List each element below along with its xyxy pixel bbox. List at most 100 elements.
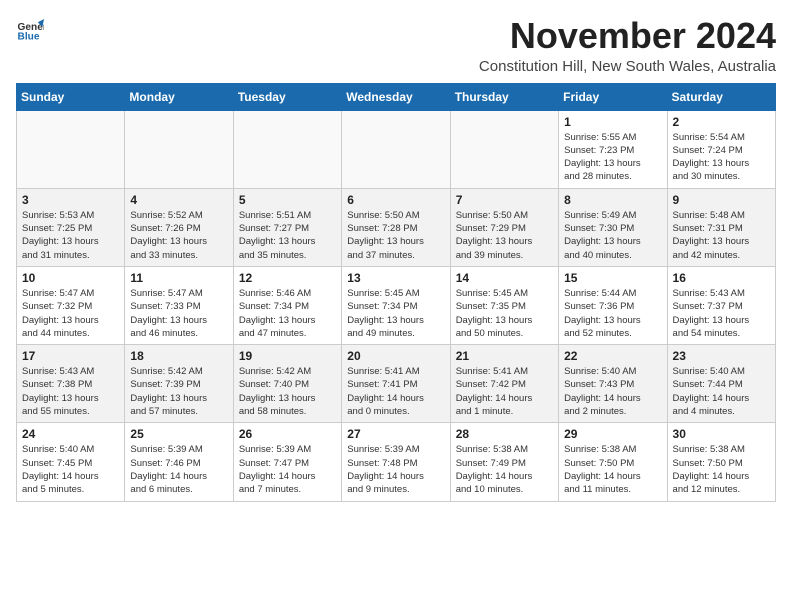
day-info: Sunrise: 5:50 AM Sunset: 7:29 PM Dayligh… xyxy=(456,209,553,262)
header: General Blue November 2024 Constitution … xyxy=(16,16,776,75)
day-info: Sunrise: 5:38 AM Sunset: 7:50 PM Dayligh… xyxy=(673,443,770,496)
day-number: 14 xyxy=(456,271,553,285)
day-info: Sunrise: 5:47 AM Sunset: 7:33 PM Dayligh… xyxy=(130,287,227,340)
location-subtitle: Constitution Hill, New South Wales, Aust… xyxy=(479,58,776,75)
calendar-cell: 13Sunrise: 5:45 AM Sunset: 7:34 PM Dayli… xyxy=(342,266,450,344)
calendar-cell: 29 Sunrise: 5:38 AM Sunset: 7:50 PM Dayli… xyxy=(559,423,667,501)
calendar-cell: 24 Sunrise: 5:40 AM Sunset: 7:45 PM Dayli… xyxy=(17,423,125,501)
day-info: Sunrise: 5:52 AM Sunset: 7:26 PM Dayligh… xyxy=(130,209,227,262)
calendar-cell: 10 Sunrise: 5:47 AM Sunset: 7:32 PM Dayli… xyxy=(17,266,125,344)
day-number: 2 xyxy=(673,115,770,129)
day-info: Sunrise: 5:50 AM Sunset: 7:28 PM Dayligh… xyxy=(347,209,444,262)
day-info: Sunrise: 5:41 AM Sunset: 7:42 PM Dayligh… xyxy=(456,365,553,418)
calendar-cell: 6 Sunrise: 5:50 AM Sunset: 7:28 PM Daylig… xyxy=(342,188,450,266)
day-number: 28 xyxy=(456,427,553,441)
day-info: Sunrise: 5:55 AM Sunset: 7:23 PM Dayligh… xyxy=(564,131,661,184)
calendar-cell: 5 Sunrise: 5:51 AM Sunset: 7:27 PM Daylig… xyxy=(233,188,341,266)
calendar-week-2: 3Sunrise: 5:53 AM Sunset: 7:25 PM Daylig… xyxy=(17,188,776,266)
calendar-cell: 16Sunrise: 5:43 AM Sunset: 7:37 PM Dayli… xyxy=(667,266,775,344)
calendar-cell: 7 Sunrise: 5:50 AM Sunset: 7:29 PM Daylig… xyxy=(450,188,558,266)
weekday-header-friday: Friday xyxy=(559,83,667,110)
day-number: 26 xyxy=(239,427,336,441)
weekday-header-saturday: Saturday xyxy=(667,83,775,110)
weekday-header-monday: Monday xyxy=(125,83,233,110)
day-number: 10 xyxy=(22,271,119,285)
title-area: November 2024 Constitution Hill, New Sou… xyxy=(479,16,776,75)
day-info: Sunrise: 5:40 AM Sunset: 7:45 PM Dayligh… xyxy=(22,443,119,496)
calendar-cell: 27 Sunrise: 5:39 AM Sunset: 7:48 PM Dayli… xyxy=(342,423,450,501)
day-info: Sunrise: 5:47 AM Sunset: 7:32 PM Dayligh… xyxy=(22,287,119,340)
weekday-header-thursday: Thursday xyxy=(450,83,558,110)
day-number: 5 xyxy=(239,193,336,207)
day-info: Sunrise: 5:48 AM Sunset: 7:31 PM Dayligh… xyxy=(673,209,770,262)
day-number: 6 xyxy=(347,193,444,207)
calendar-cell: 22 Sunrise: 5:40 AM Sunset: 7:43 PM Dayli… xyxy=(559,345,667,423)
day-number: 23 xyxy=(673,349,770,363)
calendar-cell: 18 Sunrise: 5:42 AM Sunset: 7:39 PM Dayli… xyxy=(125,345,233,423)
day-number: 15 xyxy=(564,271,661,285)
day-info: Sunrise: 5:42 AM Sunset: 7:40 PM Dayligh… xyxy=(239,365,336,418)
day-number: 24 xyxy=(22,427,119,441)
calendar-cell xyxy=(450,110,558,188)
day-number: 13 xyxy=(347,271,444,285)
calendar-week-5: 24 Sunrise: 5:40 AM Sunset: 7:45 PM Dayli… xyxy=(17,423,776,501)
day-number: 3 xyxy=(22,193,119,207)
day-number: 9 xyxy=(673,193,770,207)
day-number: 27 xyxy=(347,427,444,441)
calendar-cell: 25Sunrise: 5:39 AM Sunset: 7:46 PM Dayli… xyxy=(125,423,233,501)
weekday-header-tuesday: Tuesday xyxy=(233,83,341,110)
weekday-header-sunday: Sunday xyxy=(17,83,125,110)
calendar-cell: 9 Sunrise: 5:48 AM Sunset: 7:31 PM Daylig… xyxy=(667,188,775,266)
calendar-cell: 14 Sunrise: 5:45 AM Sunset: 7:35 PM Dayli… xyxy=(450,266,558,344)
calendar-cell: 17 Sunrise: 5:43 AM Sunset: 7:38 PM Dayli… xyxy=(17,345,125,423)
calendar-cell: 12 Sunrise: 5:46 AM Sunset: 7:34 PM Dayli… xyxy=(233,266,341,344)
logo-icon: General Blue xyxy=(16,16,44,44)
day-number: 21 xyxy=(456,349,553,363)
calendar-cell: 2Sunrise: 5:54 AM Sunset: 7:24 PM Daylig… xyxy=(667,110,775,188)
day-info: Sunrise: 5:49 AM Sunset: 7:30 PM Dayligh… xyxy=(564,209,661,262)
day-number: 22 xyxy=(564,349,661,363)
day-number: 8 xyxy=(564,193,661,207)
day-number: 20 xyxy=(347,349,444,363)
calendar-body: 1 Sunrise: 5:55 AM Sunset: 7:23 PM Daylig… xyxy=(17,110,776,501)
day-number: 18 xyxy=(130,349,227,363)
day-number: 7 xyxy=(456,193,553,207)
logo: General Blue xyxy=(16,16,44,44)
calendar-cell: 3Sunrise: 5:53 AM Sunset: 7:25 PM Daylig… xyxy=(17,188,125,266)
day-info: Sunrise: 5:51 AM Sunset: 7:27 PM Dayligh… xyxy=(239,209,336,262)
day-number: 19 xyxy=(239,349,336,363)
day-info: Sunrise: 5:38 AM Sunset: 7:49 PM Dayligh… xyxy=(456,443,553,496)
day-number: 16 xyxy=(673,271,770,285)
month-title: November 2024 xyxy=(479,16,776,56)
day-number: 12 xyxy=(239,271,336,285)
calendar-cell xyxy=(233,110,341,188)
day-info: Sunrise: 5:39 AM Sunset: 7:48 PM Dayligh… xyxy=(347,443,444,496)
calendar-cell xyxy=(125,110,233,188)
day-number: 30 xyxy=(673,427,770,441)
day-info: Sunrise: 5:46 AM Sunset: 7:34 PM Dayligh… xyxy=(239,287,336,340)
day-info: Sunrise: 5:43 AM Sunset: 7:38 PM Dayligh… xyxy=(22,365,119,418)
calendar-table: SundayMondayTuesdayWednesdayThursdayFrid… xyxy=(16,83,776,502)
day-info: Sunrise: 5:38 AM Sunset: 7:50 PM Dayligh… xyxy=(564,443,661,496)
day-number: 17 xyxy=(22,349,119,363)
calendar-cell: 26Sunrise: 5:39 AM Sunset: 7:47 PM Dayli… xyxy=(233,423,341,501)
calendar-cell: 15 Sunrise: 5:44 AM Sunset: 7:36 PM Dayli… xyxy=(559,266,667,344)
day-number: 1 xyxy=(564,115,661,129)
calendar-cell: 20Sunrise: 5:41 AM Sunset: 7:41 PM Dayli… xyxy=(342,345,450,423)
day-info: Sunrise: 5:45 AM Sunset: 7:35 PM Dayligh… xyxy=(456,287,553,340)
calendar-cell: 11 Sunrise: 5:47 AM Sunset: 7:33 PM Dayli… xyxy=(125,266,233,344)
calendar-cell: 21 Sunrise: 5:41 AM Sunset: 7:42 PM Dayli… xyxy=(450,345,558,423)
day-info: Sunrise: 5:40 AM Sunset: 7:44 PM Dayligh… xyxy=(673,365,770,418)
calendar-week-4: 17 Sunrise: 5:43 AM Sunset: 7:38 PM Dayli… xyxy=(17,345,776,423)
day-info: Sunrise: 5:44 AM Sunset: 7:36 PM Dayligh… xyxy=(564,287,661,340)
calendar-cell: 30 Sunrise: 5:38 AM Sunset: 7:50 PM Dayli… xyxy=(667,423,775,501)
calendar-header: SundayMondayTuesdayWednesdayThursdayFrid… xyxy=(17,83,776,110)
day-number: 29 xyxy=(564,427,661,441)
day-info: Sunrise: 5:42 AM Sunset: 7:39 PM Dayligh… xyxy=(130,365,227,418)
calendar-cell: 28 Sunrise: 5:38 AM Sunset: 7:49 PM Dayli… xyxy=(450,423,558,501)
day-info: Sunrise: 5:40 AM Sunset: 7:43 PM Dayligh… xyxy=(564,365,661,418)
calendar-cell xyxy=(17,110,125,188)
calendar-cell xyxy=(342,110,450,188)
calendar-week-1: 1 Sunrise: 5:55 AM Sunset: 7:23 PM Daylig… xyxy=(17,110,776,188)
day-number: 11 xyxy=(130,271,227,285)
